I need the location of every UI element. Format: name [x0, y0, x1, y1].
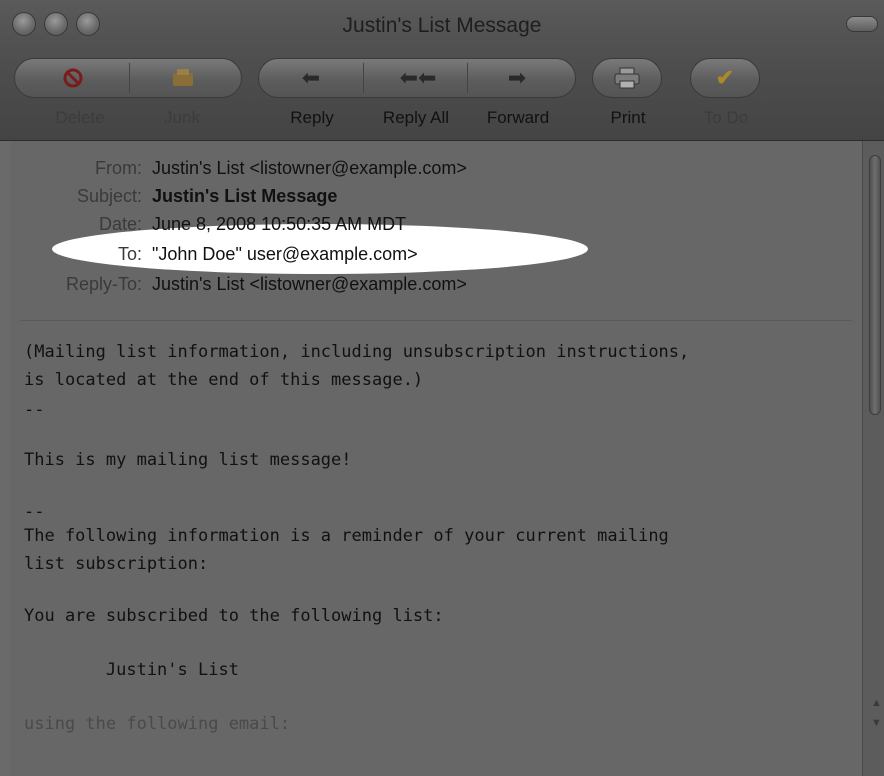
body-line: The following information is a reminder … — [24, 526, 669, 546]
body-line: -- — [24, 400, 45, 420]
scroll-down-arrow-icon[interactable]: ▼ — [871, 717, 882, 729]
body-line: -- — [24, 502, 45, 522]
delete-icon[interactable] — [58, 63, 88, 93]
body-line: using the following email: — [24, 714, 291, 734]
subject-label: Subject: — [76, 186, 142, 206]
reply-button-label[interactable]: Reply — [272, 108, 352, 128]
body-line: list subscription: — [24, 554, 209, 574]
forward-arrow-icon[interactable]: ➡ — [502, 63, 532, 93]
delete-junk-segment — [14, 58, 242, 98]
date-value: June 8, 2008 10:50:35 AM MDT — [152, 214, 407, 234]
vertical-scrollbar[interactable]: ▲ ▼ — [862, 141, 884, 776]
to-value[interactable]: "John Doe" user@example.com> — [152, 244, 418, 265]
subject-value: Justin's List Message — [152, 186, 338, 206]
to-label: To: — [117, 244, 142, 264]
toolbar-toggle-button[interactable] — [846, 16, 878, 32]
scroll-up-arrow-icon[interactable]: ▲ — [871, 697, 882, 709]
body-line: is located at the end of this message.) — [24, 370, 424, 390]
from-label: From: — [95, 158, 142, 178]
print-button-label[interactable]: Print — [596, 108, 660, 128]
window-title: Justin's List Message — [342, 14, 542, 37]
junk-button-label[interactable]: Junk — [150, 108, 214, 128]
window-toolbar: Justin's List Message Delete Junk ⬅ ⬅⬅ ➡… — [0, 0, 884, 141]
body-line: Justin's List — [24, 660, 239, 680]
todo-button-label[interactable]: To Do — [690, 108, 762, 128]
mail-message-window: Justin's List Message Delete Junk ⬅ ⬅⬅ ➡… — [0, 0, 884, 776]
body-line: This is my mailing list message! — [24, 450, 352, 470]
delete-button-label[interactable]: Delete — [44, 108, 116, 128]
date-label: Date: — [98, 214, 142, 234]
reply-all-button-label[interactable]: Reply All — [366, 108, 466, 128]
body-line: (Mailing list information, including uns… — [24, 342, 690, 362]
junk-icon[interactable] — [168, 63, 198, 93]
checkmark-icon[interactable]: ✔ — [710, 63, 740, 93]
header-divider — [20, 320, 852, 321]
printer-icon[interactable] — [612, 63, 642, 93]
reply-arrow-icon[interactable]: ⬅ — [296, 63, 326, 93]
scrollbar-thumb[interactable] — [869, 155, 881, 415]
body-line: You are subscribed to the following list… — [24, 606, 444, 626]
reply-to-value[interactable]: Justin's List <listowner@example.com> — [152, 274, 467, 295]
forward-button-label[interactable]: Forward — [472, 108, 564, 128]
from-value[interactable]: Justin's List <listowner@example.com> — [152, 158, 467, 179]
reply-all-arrow-icon[interactable]: ⬅⬅ — [398, 63, 438, 93]
reply-to-label: Reply-To: — [65, 274, 142, 294]
